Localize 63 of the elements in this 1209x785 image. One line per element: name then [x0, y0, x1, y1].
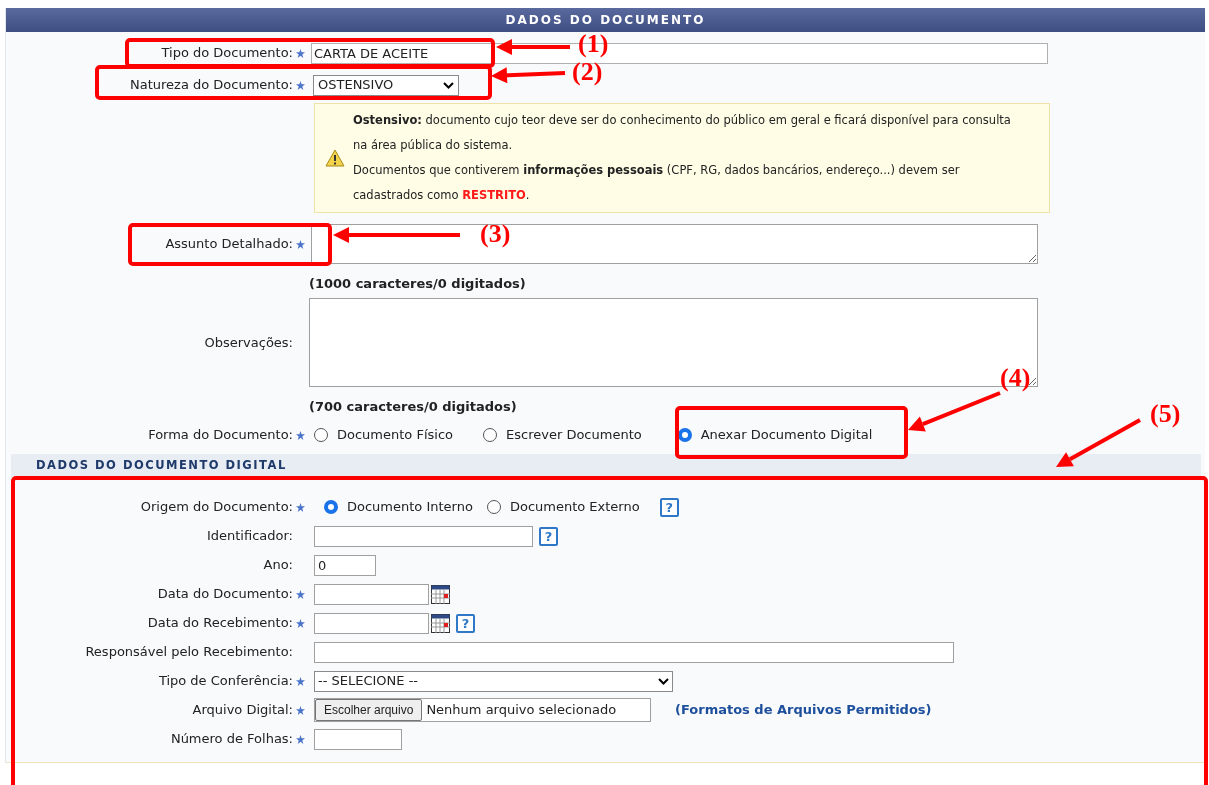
- field-label: Data do Documento:: [157, 585, 293, 604]
- note-text: Documentos que contiverem informações pessoais (CPF, RG, dados bancários, endereço...) devem ser cadastrados como RESTRITO.: [353, 162, 961, 204]
- select-field[interactable]: -- SELECIONE --: [314, 670, 673, 692]
- input-field[interactable]: [314, 525, 533, 547]
- required-icon: [295, 80, 305, 90]
- date-field[interactable]: [314, 612, 429, 634]
- formats-link[interactable]: (Formatos de Arquivos Permitidos): [675, 700, 932, 720]
- required-icon: [295, 676, 305, 686]
- chevron-down-icon: [443, 81, 454, 89]
- field-label: Data do Recebimento:: [147, 614, 293, 633]
- field-label: Natureza do Documento:: [129, 76, 293, 95]
- field-label: Ano:: [263, 556, 293, 575]
- field-label: Número de Folhas:: [170, 730, 293, 749]
- field-label: Identificador:: [206, 527, 293, 546]
- required-icon: [295, 705, 305, 715]
- radio-button[interactable]: [483, 428, 497, 442]
- required-icon: [295, 502, 305, 512]
- choose-file-button[interactable]: Escolher arquivo: [315, 699, 423, 721]
- text-area[interactable]: [311, 224, 1038, 264]
- character-counter: (1000 caracteres/0 digitados): [309, 275, 527, 290]
- required-icon: [295, 430, 305, 440]
- help-button[interactable]: ?: [659, 497, 679, 517]
- section-title: DADOS DO DOCUMENTO: [505, 12, 706, 29]
- radio-button[interactable]: [324, 500, 338, 514]
- warning-icon: [325, 149, 345, 167]
- chevron-down-icon: [658, 677, 669, 685]
- radio-button[interactable]: [314, 428, 328, 442]
- help-button[interactable]: ?: [539, 526, 558, 546]
- required-icon: [295, 589, 305, 599]
- help-button[interactable]: ?: [456, 613, 475, 633]
- field-label: Tipo de Conferência:: [158, 672, 293, 691]
- radio-label[interactable]: Documento Interno: [347, 497, 473, 517]
- calendar-icon: [431, 613, 450, 633]
- radio-label[interactable]: Documento Externo: [509, 497, 640, 517]
- radio-label[interactable]: Escrever Documento: [506, 425, 642, 445]
- field-label: Arquivo Digital:: [192, 701, 293, 720]
- file-status: Nenhum arquivo selecionado: [426, 701, 617, 720]
- radio-label[interactable]: Documento Físico: [337, 425, 453, 445]
- field-label: Assunto Detalhado:: [165, 235, 293, 254]
- annotation-label: (3): [480, 218, 511, 250]
- field-label: Forma do Documento:: [148, 426, 293, 445]
- character-counter: (700 caracteres/0 digitados): [309, 398, 518, 413]
- date-field[interactable]: [314, 583, 429, 605]
- required-icon: [295, 48, 305, 58]
- subsection-title: DADOS DO DOCUMENTO DIGITAL: [36, 457, 287, 475]
- note-text: Ostensivo: documento cujo teor deve ser do conhecimento do público em geral e ficará disponível para consulta na área pública do sistema.: [353, 112, 1012, 154]
- required-icon: [295, 734, 305, 744]
- field-label: Origem do Documento:: [140, 498, 293, 517]
- required-icon: [295, 618, 305, 628]
- annotation-label: (4): [1000, 362, 1031, 394]
- radio-label[interactable]: Anexar Documento Digital: [700, 425, 873, 445]
- input-field[interactable]: 0: [314, 554, 376, 576]
- input-field[interactable]: [314, 641, 954, 663]
- calendar-icon: [431, 584, 450, 604]
- select-field[interactable]: OSTENSIVO: [313, 74, 459, 96]
- field-label: Observações:: [204, 333, 293, 352]
- input-field[interactable]: [314, 728, 402, 750]
- radio-button[interactable]: [486, 500, 501, 514]
- annotation-label: (5): [1150, 398, 1181, 430]
- file-input[interactable]: Escolher arquivo Nenhum arquivo selecionado: [314, 698, 651, 722]
- field-label: Responsável pelo Recebimento:: [85, 643, 293, 662]
- field-label: Tipo do Documento:: [161, 44, 293, 63]
- required-icon: [295, 239, 305, 249]
